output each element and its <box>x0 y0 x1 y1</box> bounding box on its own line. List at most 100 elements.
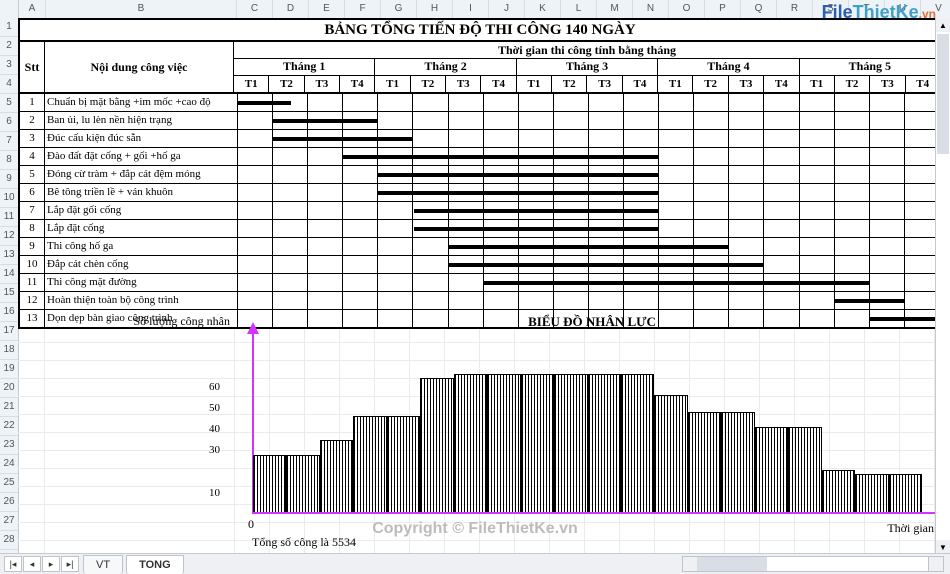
row-header[interactable]: 16 <box>0 303 18 322</box>
chart-bars <box>253 343 922 513</box>
gantt-bar <box>273 137 413 141</box>
column-header[interactable]: Q <box>741 0 777 18</box>
column-header[interactable]: I <box>453 0 489 18</box>
vscroll-thumb[interactable] <box>937 34 949 154</box>
hscroll-left-button[interactable] <box>683 557 698 571</box>
week-header: T1 <box>517 76 552 93</box>
week-header: T2 <box>269 76 304 93</box>
column-header[interactable]: H <box>417 0 453 18</box>
tab-last-button[interactable]: ▸| <box>61 556 79 572</box>
gantt-bar <box>835 299 905 303</box>
column-header[interactable]: E <box>309 0 345 18</box>
column-header[interactable]: N <box>633 0 669 18</box>
task-name: Đắp cát chèn cống <box>45 256 238 273</box>
row-header[interactable]: 26 <box>0 493 18 512</box>
column-header[interactable]: F <box>345 0 381 18</box>
chart-y-ticks: 1030405060 <box>224 332 250 514</box>
row-header[interactable]: 1 <box>0 18 18 37</box>
row-header[interactable]: 9 <box>0 170 18 189</box>
tab-prev-button[interactable]: ◂ <box>23 556 41 572</box>
row-header[interactable]: 4 <box>0 75 18 94</box>
row-header[interactable]: 12 <box>0 227 18 246</box>
row-header[interactable]: 10 <box>0 189 18 208</box>
column-header[interactable]: A <box>19 0 46 18</box>
row-header[interactable]: 7 <box>0 132 18 151</box>
row-header[interactable]: 22 <box>0 417 18 436</box>
row-header[interactable]: 6 <box>0 113 18 132</box>
row-header[interactable]: 13 <box>0 246 18 265</box>
row-header[interactable]: 24 <box>0 455 18 474</box>
sheet-tab[interactable]: TONG <box>126 555 184 574</box>
sheet-tab[interactable]: VT <box>83 555 123 574</box>
select-all-corner[interactable] <box>0 0 19 18</box>
task-row: 1Chuẩn bị mặt bằng +im mốc +cao độ <box>20 94 940 111</box>
column-header[interactable]: K <box>525 0 561 18</box>
row-header[interactable]: 11 <box>0 208 18 227</box>
week-header: T2 <box>411 76 446 93</box>
column-header[interactable]: J <box>489 0 525 18</box>
gantt-row <box>238 94 940 111</box>
gantt-bar <box>484 281 870 285</box>
column-header[interactable]: R <box>777 0 813 18</box>
row-header[interactable]: 21 <box>0 398 18 417</box>
week-header: T3 <box>446 76 481 93</box>
row-header[interactable]: 28 <box>0 531 18 550</box>
gantt-row <box>238 292 940 309</box>
row-header[interactable]: 14 <box>0 265 18 284</box>
bar-segment <box>487 374 520 513</box>
hscroll-thumb[interactable] <box>697 557 767 571</box>
row-header[interactable]: 18 <box>0 341 18 360</box>
column-header[interactable]: O <box>669 0 705 18</box>
cell-grid[interactable]: BẢNG TỔNG TIẾN ĐỘ THI CÔNG 140 NGÀY Stt … <box>18 18 950 554</box>
task-row: 6Bê tông triền lề + ván khuôn <box>20 183 940 201</box>
gantt-bar <box>414 227 660 231</box>
row-header[interactable]: 2 <box>0 37 18 56</box>
task-row: 4Đào đất đặt cống + gối +hố ga <box>20 147 940 165</box>
gantt-bar <box>378 191 659 195</box>
bar-segment <box>621 374 654 513</box>
task-number: 13 <box>20 310 45 327</box>
row-header[interactable]: 25 <box>0 474 18 493</box>
column-header[interactable]: G <box>381 0 417 18</box>
gantt-bar <box>414 209 660 213</box>
bar-segment <box>454 374 487 513</box>
gantt-bar <box>343 155 659 159</box>
task-name: Lắp đặt gối cống <box>45 202 238 219</box>
scroll-up-button[interactable]: ▲ <box>936 18 950 32</box>
tab-first-button[interactable]: |◂ <box>4 556 22 572</box>
row-header[interactable]: 23 <box>0 436 18 455</box>
row-header[interactable]: 5 <box>0 94 18 113</box>
column-header[interactable]: B <box>46 0 237 18</box>
task-name: Đào đất đặt cống + gối +hố ga <box>45 148 238 165</box>
bar-segment <box>353 416 386 513</box>
task-number: 8 <box>20 220 45 237</box>
bar-segment <box>788 427 821 513</box>
row-header[interactable]: 19 <box>0 360 18 379</box>
header-task: Nội dung công việc <box>45 42 234 92</box>
row-header[interactable]: 27 <box>0 512 18 531</box>
column-header[interactable]: M <box>597 0 633 18</box>
row-header[interactable]: 8 <box>0 151 18 170</box>
row-header[interactable]: 17 <box>0 322 18 341</box>
hscroll-right-button[interactable] <box>928 557 943 571</box>
vertical-scrollbar[interactable]: ▲ ▼ <box>935 18 950 554</box>
gantt-bar <box>378 173 659 177</box>
row-header-strip: 1234567891011121314151617181920212223242… <box>0 18 19 554</box>
row-header[interactable]: 20 <box>0 379 18 398</box>
tab-next-button[interactable]: ▸ <box>42 556 60 572</box>
spreadsheet-viewport: ABCDEFGHIJKLMNOPQRSTUVW 1234567891011121… <box>0 0 950 574</box>
column-header[interactable]: L <box>561 0 597 18</box>
column-header[interactable]: P <box>705 0 741 18</box>
bar-segment <box>521 374 554 513</box>
row-header[interactable]: 15 <box>0 284 18 303</box>
scroll-down-button[interactable]: ▼ <box>936 540 950 554</box>
chart-origin-label: 0 <box>248 517 254 532</box>
month-header: Tháng 4 <box>658 59 799 76</box>
vscroll-track[interactable] <box>936 32 950 540</box>
column-header[interactable]: D <box>273 0 309 18</box>
chart-total-label: Tổng số công là 5534 <box>252 535 356 550</box>
row-header[interactable]: 3 <box>0 56 18 75</box>
column-header[interactable]: C <box>237 0 273 18</box>
horizontal-scrollbar[interactable] <box>682 556 944 572</box>
bar-segment <box>855 474 888 513</box>
